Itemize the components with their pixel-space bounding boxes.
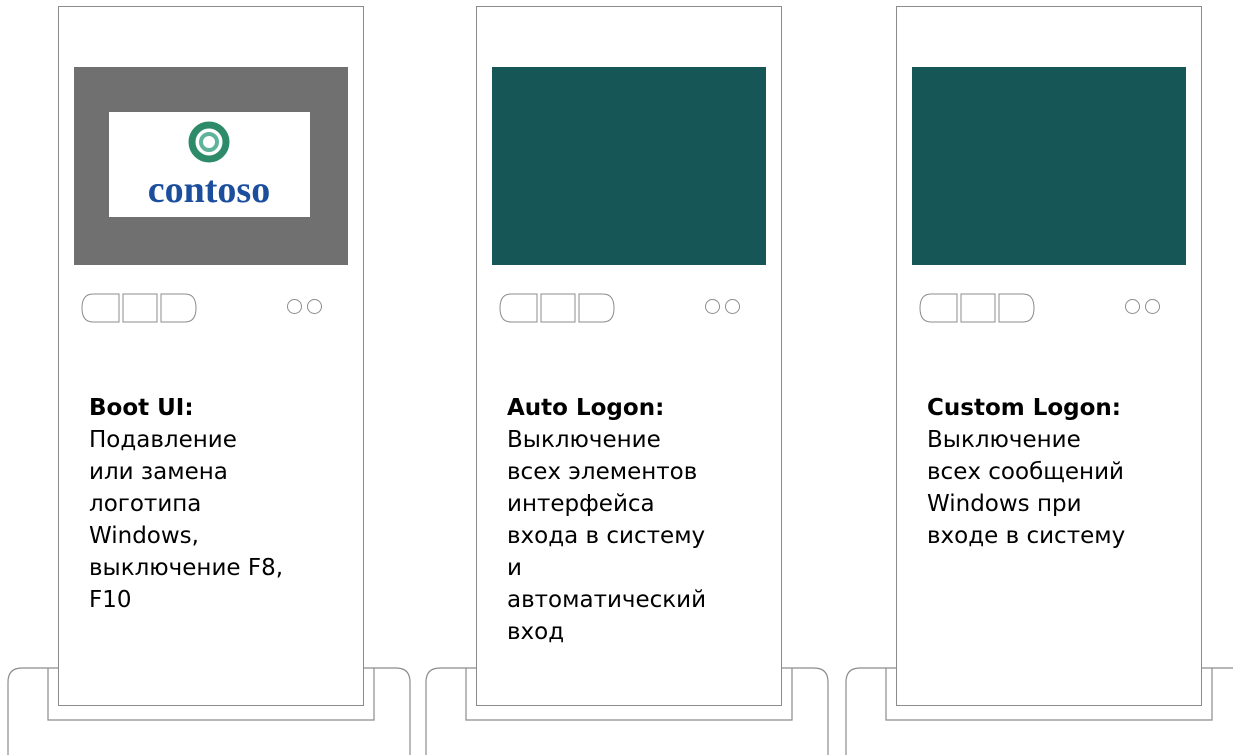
kiosk-controls	[919, 293, 1179, 323]
kiosk-screen	[492, 67, 766, 265]
kiosk-panel: contoso Boot UI: Подавление или замена л…	[58, 6, 364, 706]
kiosk-panel: Custom Logon: Выключение всех сообщений …	[896, 6, 1202, 706]
kiosk-controls	[499, 293, 759, 323]
panel-description: Выключение всех сообщений Windows при вх…	[927, 427, 1126, 549]
kiosk-auto-logon: Auto Logon: Выключение всех элементов ин…	[418, 0, 838, 755]
button-group-icon	[919, 293, 1035, 323]
panel-title: Auto Logon:	[507, 395, 665, 421]
kiosk-screen	[912, 67, 1186, 265]
indicator-dot-icon	[307, 299, 322, 314]
indicator-dot-icon	[725, 299, 740, 314]
logo-text: contoso	[148, 169, 270, 211]
contoso-logo: contoso	[109, 112, 310, 217]
button-group-icon	[499, 293, 615, 323]
kiosk-panel: Auto Logon: Выключение всех элементов ин…	[476, 6, 782, 706]
kiosk-screen: contoso	[74, 67, 348, 265]
panel-caption: Auto Logon: Выключение всех элементов ин…	[507, 392, 767, 648]
panel-title: Custom Logon:	[927, 395, 1122, 421]
panel-caption: Boot UI: Подавление или замена логотипа …	[89, 392, 349, 616]
button-group-icon	[81, 293, 197, 323]
indicator-dot-icon	[1125, 299, 1140, 314]
indicator-dot-icon	[287, 299, 302, 314]
panel-caption: Custom Logon: Выключение всех сообщений …	[927, 392, 1187, 552]
panel-title: Boot UI:	[89, 395, 194, 421]
kiosk-boot-ui: contoso Boot UI: Подавление или замена л…	[0, 0, 420, 755]
panel-description: Выключение всех элементов интерфейса вхо…	[507, 427, 707, 645]
indicator-dot-icon	[1145, 299, 1160, 314]
contoso-logo-icon: contoso	[148, 121, 270, 211]
indicator-dot-icon	[705, 299, 720, 314]
kiosk-custom-logon: Custom Logon: Выключение всех сообщений …	[838, 0, 1233, 755]
kiosk-controls	[81, 293, 341, 323]
panel-description: Подавление или замена логотипа Windows, …	[89, 427, 284, 613]
